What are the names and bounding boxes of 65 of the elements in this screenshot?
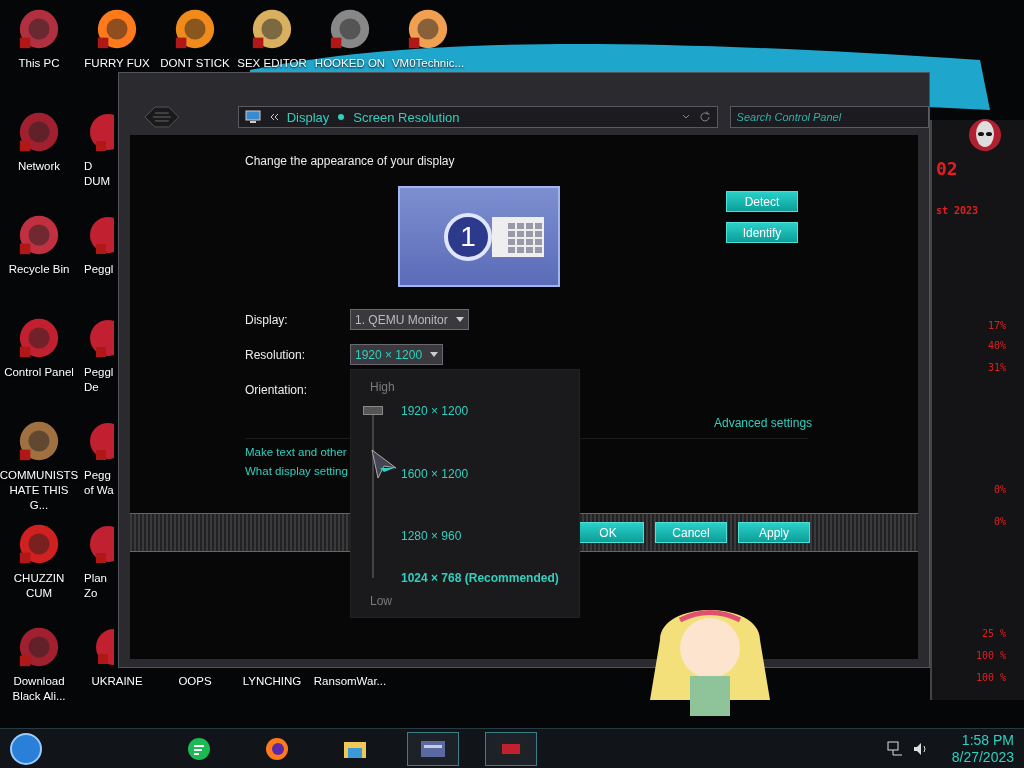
taskbar-app[interactable] xyxy=(407,732,459,766)
slider-thumb[interactable] xyxy=(363,406,383,415)
breadcrumb-link[interactable]: Screen Resolution xyxy=(353,109,460,125)
dropdown[interactable]: 1920 × 1200 xyxy=(350,344,444,365)
chevron-icon[interactable] xyxy=(268,112,279,122)
gadget-reading: 17% xyxy=(987,320,1006,331)
desktop-icon-label[interactable]: RansomWar... xyxy=(313,674,387,689)
desktop-icon-label[interactable]: SEX EDITOR xyxy=(237,56,307,71)
help-link[interactable]: What display setting xyxy=(245,465,348,477)
dropdown[interactable]: 1. QEMU Monitor xyxy=(350,309,469,330)
desktop-icon-label[interactable]: FURRY FUX xyxy=(84,56,150,71)
gadget-reading: 0% xyxy=(993,484,1006,495)
gadget-text: st 2023 xyxy=(936,205,979,216)
emblem-icon xyxy=(143,106,181,128)
cursor-icon xyxy=(370,448,398,480)
desktop-icon-label[interactable]: Peggl xyxy=(84,262,114,277)
desktop-icon-label[interactable]: This PC xyxy=(18,56,60,71)
desktop-icon-label[interactable]: OOPS xyxy=(178,674,212,689)
desktop-icon-label[interactable]: Plan Zo xyxy=(84,571,108,601)
refresh-icon[interactable] xyxy=(698,111,711,123)
separator-icon xyxy=(337,113,346,121)
field-label: Resolution: xyxy=(245,347,307,362)
help-link[interactable]: Make text and other xyxy=(245,446,347,458)
display-grid-icon xyxy=(492,216,544,257)
monitor-drawing[interactable]: 1 xyxy=(398,186,560,287)
field-label: Orientation: xyxy=(245,382,309,397)
resolution-option[interactable]: 1024 × 768 (Recommended) xyxy=(401,571,559,585)
desktop-icon-label[interactable]: DONT STICK xyxy=(160,56,230,71)
start-button[interactable] xyxy=(9,732,43,766)
gadget-reading: 40% xyxy=(987,340,1006,351)
desktop-icon-label[interactable]: Network xyxy=(17,159,61,174)
browser-icon xyxy=(264,736,290,762)
desktop-icon-label[interactable]: UKRAINE xyxy=(91,674,143,689)
breadcrumb-link[interactable]: Display xyxy=(286,109,330,125)
gadget-reading: 31% xyxy=(987,362,1006,373)
address-bar[interactable]: Display Screen Resolution xyxy=(237,106,718,128)
desktop-icon-label[interactable]: LYNCHING xyxy=(242,674,302,689)
caret-icon xyxy=(430,351,439,358)
desktop-icon-label[interactable]: Download Black Ali... xyxy=(0,674,78,704)
desktop-icon-label[interactable]: Control Panel xyxy=(4,365,74,380)
slider-label: High xyxy=(370,380,395,394)
search-field[interactable]: Search Control Panel xyxy=(729,106,929,128)
gadget-reading: 100 % xyxy=(975,650,1006,661)
desktop-icon-label[interactable]: CHUZZIN CUM xyxy=(0,571,78,601)
monitor-icon xyxy=(244,110,261,124)
resolution-option[interactable]: 1280 × 960 xyxy=(401,529,462,543)
resolution-option[interactable]: 1600 × 1200 xyxy=(401,467,469,481)
gadget-text: 02 xyxy=(936,158,958,179)
page-heading: Change the appearance of your display xyxy=(245,153,456,169)
gadget-reading: 100 % xyxy=(975,672,1006,683)
gadget-reading: 0% xyxy=(993,516,1006,527)
clock[interactable]: 1:58 PM 8/27/2023 xyxy=(951,732,1014,766)
slider-label: Low xyxy=(370,594,392,608)
desktop-icon-label[interactable]: Peggl De xyxy=(84,365,114,395)
desktop-icon-label[interactable]: COMMUNISTS HATE THIS G... xyxy=(0,468,79,513)
monitor-number: 1 xyxy=(444,212,492,261)
network-icon[interactable] xyxy=(885,740,904,758)
advanced-settings-link[interactable]: Advanced settings xyxy=(714,416,918,430)
desktop-icon-label[interactable]: Recycle Bin xyxy=(8,262,70,277)
desktop-icon-label[interactable]: Pegg of Wa xyxy=(84,468,114,498)
resolution-option[interactable]: 1920 × 1200 xyxy=(401,404,469,418)
field-label: Display: xyxy=(245,312,289,327)
gadget-reading: 25 % xyxy=(981,628,1006,639)
desktop-icon-label[interactable]: D DUM xyxy=(84,159,111,189)
caret-icon xyxy=(455,316,464,323)
